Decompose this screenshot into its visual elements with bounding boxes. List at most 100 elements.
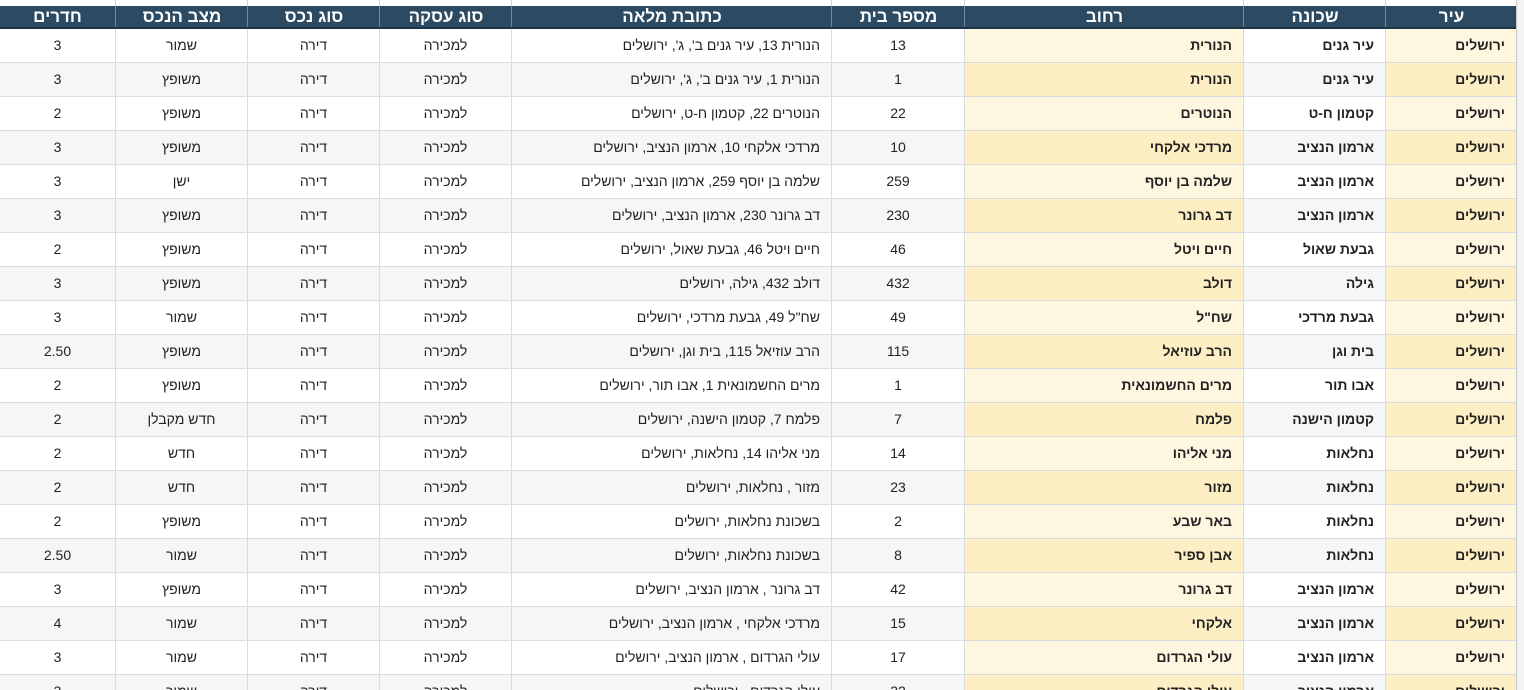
- cell-property-type[interactable]: דירה: [247, 131, 379, 164]
- cell-deal-type[interactable]: למכירה: [379, 301, 511, 334]
- cell-full-address[interactable]: מרדכי אלקחי 10, ארמון הנציב, ירושלים: [511, 131, 831, 164]
- cell-house-number[interactable]: 7: [831, 403, 964, 436]
- cell-city[interactable]: ירושלים: [1385, 369, 1516, 402]
- cell-street[interactable]: דב גרונר: [964, 573, 1243, 606]
- cell-city[interactable]: ירושלים: [1385, 29, 1516, 62]
- cell-full-address[interactable]: דב גרונר 230, ארמון הנציב, ירושלים: [511, 199, 831, 232]
- cell-rooms[interactable]: 2: [0, 403, 115, 436]
- cell-house-number[interactable]: 32: [831, 675, 964, 690]
- cell-neighborhood[interactable]: ארמון הנציב: [1243, 131, 1385, 164]
- cell-street[interactable]: מרדכי אלקחי: [964, 131, 1243, 164]
- cell-deal-type[interactable]: למכירה: [379, 437, 511, 470]
- cell-condition[interactable]: משופץ: [115, 369, 247, 402]
- cell-condition[interactable]: משופץ: [115, 573, 247, 606]
- cell-city[interactable]: ירושלים: [1385, 233, 1516, 266]
- cell-neighborhood[interactable]: נחלאות: [1243, 437, 1385, 470]
- cell-neighborhood[interactable]: קטמון ח-ט: [1243, 97, 1385, 130]
- cell-property-type[interactable]: דירה: [247, 403, 379, 436]
- cell-deal-type[interactable]: למכירה: [379, 539, 511, 572]
- header-property-type[interactable]: סוג נכס: [247, 6, 380, 27]
- cell-rooms[interactable]: 2: [0, 437, 115, 470]
- cell-full-address[interactable]: הנורית 1, עיר גנים ב', ג', ירושלים: [511, 63, 831, 96]
- cell-full-address[interactable]: דב גרונר , ארמון הנציב, ירושלים: [511, 573, 831, 606]
- cell-city[interactable]: ירושלים: [1385, 301, 1516, 334]
- cell-house-number[interactable]: 14: [831, 437, 964, 470]
- cell-deal-type[interactable]: למכירה: [379, 369, 511, 402]
- cell-neighborhood[interactable]: עיר גנים: [1243, 63, 1385, 96]
- cell-rooms[interactable]: 4: [0, 607, 115, 640]
- cell-full-address[interactable]: שלמה בן יוסף 259, ארמון הנציב, ירושלים: [511, 165, 831, 198]
- cell-property-type[interactable]: דירה: [247, 267, 379, 300]
- cell-house-number[interactable]: 13: [831, 29, 964, 62]
- cell-rooms[interactable]: 2: [0, 233, 115, 266]
- cell-neighborhood[interactable]: גבעת שאול: [1243, 233, 1385, 266]
- cell-condition[interactable]: ישן: [115, 165, 247, 198]
- cell-property-type[interactable]: דירה: [247, 607, 379, 640]
- cell-neighborhood[interactable]: ארמון הנציב: [1243, 607, 1385, 640]
- cell-house-number[interactable]: 10: [831, 131, 964, 164]
- cell-street[interactable]: שח"ל: [964, 301, 1243, 334]
- cell-condition[interactable]: חדש מקבלן: [115, 403, 247, 436]
- cell-full-address[interactable]: הנוטרים 22, קטמון ח-ט, ירושלים: [511, 97, 831, 130]
- cell-property-type[interactable]: דירה: [247, 165, 379, 198]
- cell-rooms[interactable]: 2: [0, 369, 115, 402]
- cell-city[interactable]: ירושלים: [1385, 97, 1516, 130]
- cell-property-type[interactable]: דירה: [247, 641, 379, 674]
- cell-rooms[interactable]: 2: [0, 505, 115, 538]
- cell-full-address[interactable]: שח"ל 49, גבעת מרדכי, ירושלים: [511, 301, 831, 334]
- cell-deal-type[interactable]: למכירה: [379, 471, 511, 504]
- cell-condition[interactable]: שמור: [115, 301, 247, 334]
- cell-rooms[interactable]: 3: [0, 63, 115, 96]
- cell-house-number[interactable]: 42: [831, 573, 964, 606]
- cell-neighborhood[interactable]: בית וגן: [1243, 335, 1385, 368]
- header-street[interactable]: רחוב: [964, 6, 1244, 27]
- cell-condition[interactable]: חדש: [115, 437, 247, 470]
- cell-condition[interactable]: שמור: [115, 641, 247, 674]
- cell-condition[interactable]: משופץ: [115, 233, 247, 266]
- cell-house-number[interactable]: 8: [831, 539, 964, 572]
- cell-city[interactable]: ירושלים: [1385, 675, 1516, 690]
- header-house-number[interactable]: מספר בית: [831, 6, 965, 27]
- cell-street[interactable]: הנוטרים: [964, 97, 1243, 130]
- cell-neighborhood[interactable]: ארמון הנציב: [1243, 165, 1385, 198]
- header-full-address[interactable]: כתובת מלאה: [511, 6, 832, 27]
- cell-street[interactable]: באר שבע: [964, 505, 1243, 538]
- cell-city[interactable]: ירושלים: [1385, 267, 1516, 300]
- cell-city[interactable]: ירושלים: [1385, 641, 1516, 674]
- cell-deal-type[interactable]: למכירה: [379, 403, 511, 436]
- cell-property-type[interactable]: דירה: [247, 505, 379, 538]
- cell-condition[interactable]: משופץ: [115, 131, 247, 164]
- cell-street[interactable]: עולי הגרדום: [964, 675, 1243, 690]
- cell-full-address[interactable]: הנורית 13, עיר גנים ב', ג', ירושלים: [511, 29, 831, 62]
- cell-property-type[interactable]: דירה: [247, 97, 379, 130]
- cell-condition[interactable]: שמור: [115, 539, 247, 572]
- cell-full-address[interactable]: מרדכי אלקחי , ארמון הנציב, ירושלים: [511, 607, 831, 640]
- cell-property-type[interactable]: דירה: [247, 335, 379, 368]
- cell-house-number[interactable]: 432: [831, 267, 964, 300]
- cell-house-number[interactable]: 15: [831, 607, 964, 640]
- cell-street[interactable]: חיים ויטל: [964, 233, 1243, 266]
- cell-house-number[interactable]: 22: [831, 97, 964, 130]
- cell-full-address[interactable]: מני אליהו 14, נחלאות, ירושלים: [511, 437, 831, 470]
- cell-condition[interactable]: משופץ: [115, 505, 247, 538]
- cell-neighborhood[interactable]: גילה: [1243, 267, 1385, 300]
- cell-property-type[interactable]: דירה: [247, 437, 379, 470]
- cell-house-number[interactable]: 230: [831, 199, 964, 232]
- cell-house-number[interactable]: 1: [831, 369, 964, 402]
- cell-street[interactable]: פלמח: [964, 403, 1243, 436]
- header-city[interactable]: עיר: [1385, 6, 1517, 27]
- cell-deal-type[interactable]: למכירה: [379, 199, 511, 232]
- cell-condition[interactable]: משופץ: [115, 63, 247, 96]
- cell-rooms[interactable]: 3: [0, 165, 115, 198]
- cell-neighborhood[interactable]: ארמון הנציב: [1243, 675, 1385, 690]
- cell-city[interactable]: ירושלים: [1385, 335, 1516, 368]
- cell-rooms[interactable]: 2.50: [0, 539, 115, 572]
- cell-city[interactable]: ירושלים: [1385, 403, 1516, 436]
- cell-street[interactable]: מרים החשמונאית: [964, 369, 1243, 402]
- cell-full-address[interactable]: דולב 432, גילה, ירושלים: [511, 267, 831, 300]
- cell-full-address[interactable]: עולי הגרדום , ארמון הנציב, ירושלים: [511, 641, 831, 674]
- cell-deal-type[interactable]: למכירה: [379, 97, 511, 130]
- cell-deal-type[interactable]: למכירה: [379, 131, 511, 164]
- cell-condition[interactable]: משופץ: [115, 97, 247, 130]
- cell-full-address[interactable]: מזור , נחלאות, ירושלים: [511, 471, 831, 504]
